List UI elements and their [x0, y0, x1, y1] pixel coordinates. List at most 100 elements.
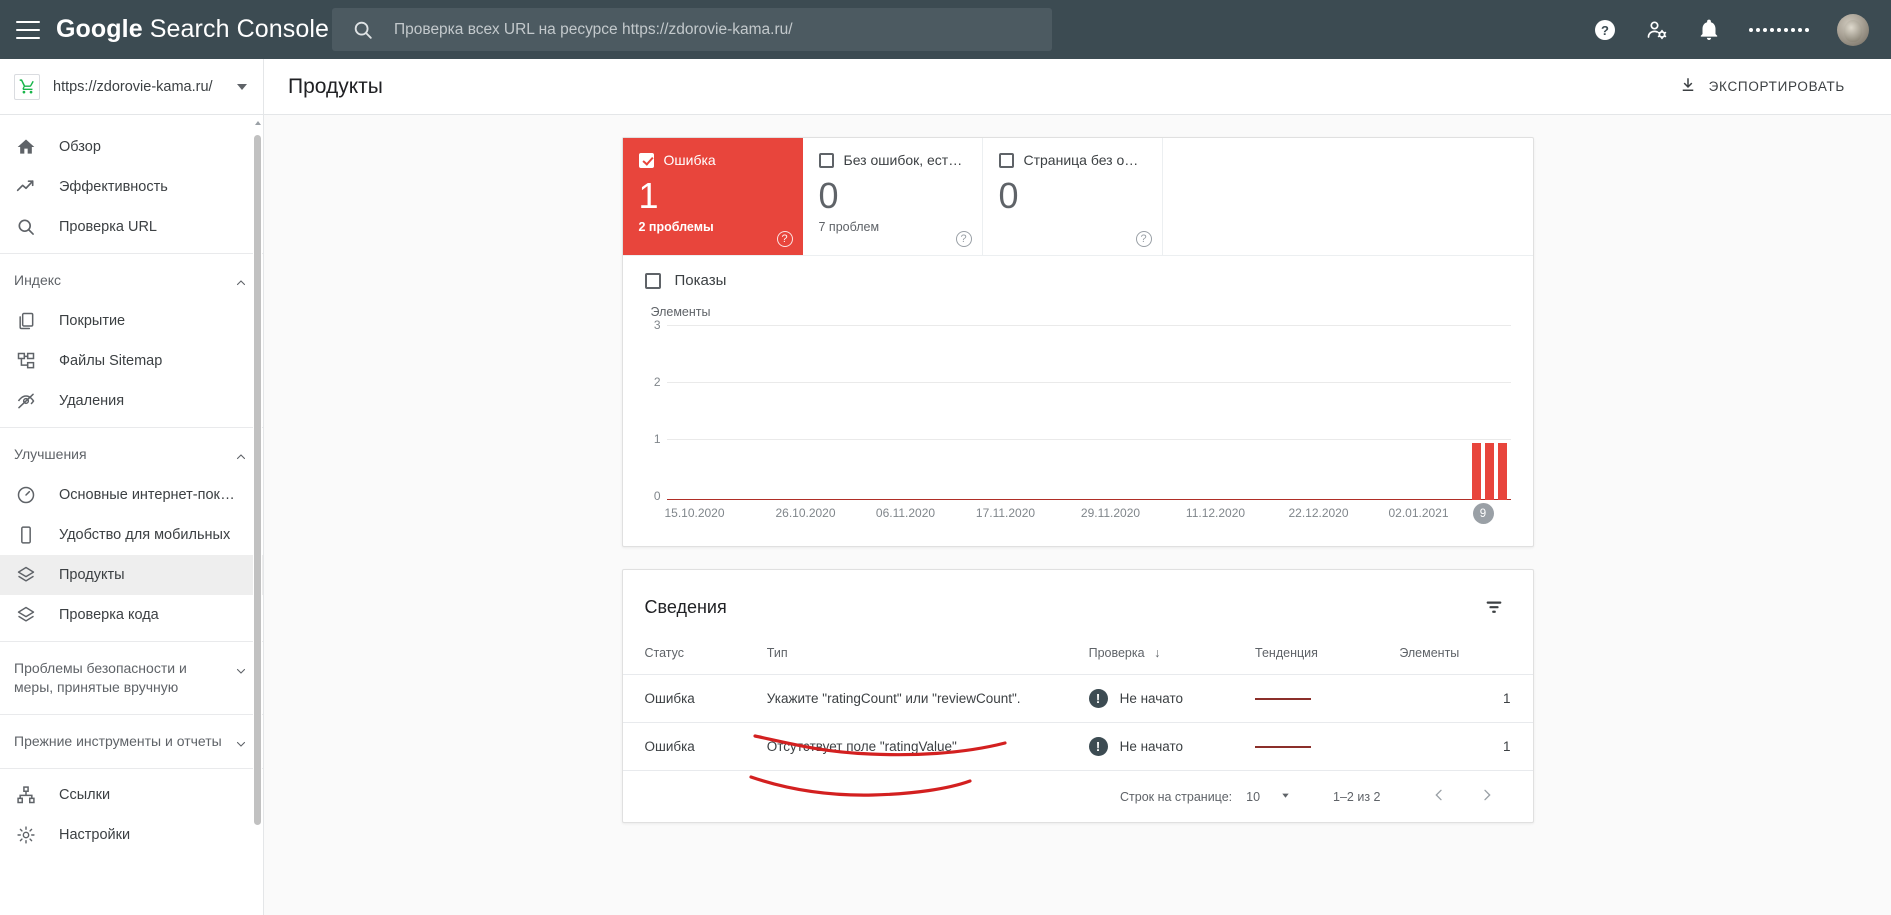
validation-status-label: Не начато — [1119, 691, 1184, 706]
column-header-status[interactable]: Статус — [622, 638, 767, 675]
status-card-checkbox[interactable] — [818, 152, 834, 168]
search-icon — [14, 215, 38, 239]
sidebar-item-coverage[interactable]: Покрытие — [0, 301, 263, 341]
sidebar-section-legacy-tools[interactable]: Прежние инструменты и отчеты — [0, 721, 263, 762]
chart-x-tick: 11.12.2020 — [1185, 506, 1246, 520]
column-header-trend[interactable]: Тенденция — [1255, 638, 1400, 675]
export-button[interactable]: ЭКСПОРТИРОВАТЬ — [1663, 67, 1861, 106]
property-url: https://zdorovie-kama.ru/ — [53, 78, 213, 95]
flat-sparkline-icon — [1255, 697, 1312, 700]
top-app-bar: Google Search Console ? — [0, 0, 1891, 59]
sidebar-item-performance[interactable]: Эффективность — [0, 167, 263, 207]
help-icon[interactable]: ? — [776, 231, 793, 247]
status-card-label: Ошибка — [663, 152, 716, 168]
impressions-toggle[interactable]: Показы — [644, 272, 1511, 289]
svg-text:?: ? — [1601, 23, 1609, 38]
pagination-range: 1–2 из 2 — [1333, 789, 1381, 804]
sidebar-item-removals[interactable]: Удаления — [0, 381, 263, 421]
help-icon[interactable]: ? — [1135, 231, 1152, 247]
column-header-items[interactable]: Элементы — [1399, 638, 1533, 675]
chart-bar[interactable] — [1471, 443, 1481, 500]
warning-icon: ! — [1088, 689, 1108, 708]
sidebar-item-label: Проверка URL — [59, 219, 157, 235]
report-content: Ошибка 1 2 проблемы ? Без ошибок, ест… 0… — [264, 115, 1891, 915]
avatar[interactable] — [1837, 13, 1869, 46]
sidebar-section-enhancements[interactable]: Улучшения — [0, 434, 263, 475]
global-search-bar[interactable] — [332, 8, 1052, 51]
chevron-left-icon[interactable] — [1415, 787, 1463, 806]
hamburger-icon[interactable] — [16, 20, 40, 39]
status-card-header: Ошибка — [638, 152, 787, 168]
sidebar-item-overview[interactable]: Обзор — [0, 127, 263, 167]
chart-x-tick: 15.10.2020 — [664, 506, 725, 520]
flat-sparkline-icon — [1255, 745, 1312, 748]
sidebar-item-url-inspection[interactable]: Проверка URL — [0, 207, 263, 247]
scroll-up-arrow-icon[interactable] — [253, 117, 262, 129]
chevron-right-icon[interactable] — [1463, 787, 1511, 806]
notifications-bell-icon[interactable] — [1697, 18, 1721, 42]
scrollbar-thumb[interactable] — [254, 135, 261, 825]
property-selector[interactable]: https://zdorovie-kama.ru/ — [0, 59, 263, 115]
apps-grid-icon[interactable] — [1749, 27, 1809, 32]
sidebar-scrollbar[interactable] — [253, 117, 262, 907]
nav-group-primary: Обзор Эффективность Проверка URL — [0, 121, 263, 253]
search-input[interactable] — [392, 19, 1012, 40]
search-icon — [352, 19, 374, 41]
sidebar-item-settings[interactable]: Настройки — [0, 815, 263, 855]
layers-icon — [14, 563, 38, 587]
table-row[interactable]: Ошибка Укажите "ratingCount" или "review… — [622, 674, 1533, 723]
speedometer-icon — [14, 483, 38, 507]
chevron-down-icon[interactable] — [237, 83, 247, 90]
chart-y-tick: 3 — [653, 318, 661, 332]
sitemap-icon — [14, 349, 38, 373]
status-card-checkbox[interactable] — [998, 152, 1014, 168]
status-card-checkbox[interactable] — [638, 152, 654, 168]
sidebar-item-products[interactable]: Продукты — [0, 555, 263, 595]
sidebar-item-core-web-vitals[interactable]: Основные интернет-показ… — [0, 475, 263, 515]
chevron-down-icon — [1280, 790, 1291, 804]
chart-bar[interactable] — [1484, 443, 1494, 500]
rows-per-page-label: Строк на странице: — [1119, 789, 1233, 804]
sidebar-item-code-check[interactable]: Проверка кода — [0, 595, 263, 635]
rows-per-page-select[interactable]: 10 — [1246, 790, 1291, 804]
sidebar-section-index[interactable]: Индекс — [0, 260, 263, 301]
column-header-type[interactable]: Тип — [766, 638, 1089, 675]
help-icon[interactable]: ? — [1593, 18, 1617, 42]
details-table: Статус Тип Проверка ↓ Тенденция Элементы — [622, 638, 1533, 771]
chart-bar[interactable] — [1497, 443, 1507, 500]
links-icon — [14, 783, 38, 807]
download-icon — [1679, 76, 1697, 97]
sidebar-item-label: Настройки — [59, 827, 131, 843]
sidebar-item-mobile-usability[interactable]: Удобство для мобильных — [0, 515, 263, 555]
table-pagination: Строк на странице: 10 1–2 из 2 — [623, 771, 1533, 822]
shopping-cart-icon — [14, 73, 40, 100]
status-and-chart-card: Ошибка 1 2 проблемы ? Без ошибок, ест… 0… — [621, 137, 1534, 547]
chart-area: Показы Элементы 3 2 1 0 9 15.10.2020 26.… — [623, 256, 1533, 546]
column-header-validation[interactable]: Проверка ↓ — [1088, 638, 1256, 675]
help-icon[interactable]: ? — [955, 231, 972, 247]
status-card-error[interactable]: Ошибка 1 2 проблемы ? — [622, 138, 803, 255]
sidebar-item-label: Ссылки — [59, 787, 111, 803]
sidebar-item-links[interactable]: Ссылки — [0, 775, 263, 815]
status-card-value: 0 — [818, 175, 839, 216]
status-card-valid-with-warnings[interactable]: Без ошибок, ест… 0 7 проблем ? — [803, 138, 983, 255]
sidebar-item-label: Удаления — [59, 393, 125, 409]
sidebar-section-security[interactable]: Проблемы безопасности и меры, принятые в… — [0, 648, 263, 708]
export-button-label: ЭКСПОРТИРОВАТЬ — [1708, 79, 1845, 94]
filter-icon[interactable] — [1477, 590, 1511, 624]
app-brand: Google Search Console — [56, 15, 329, 44]
table-row[interactable]: Ошибка Отсутствует поле "ratingValue" ! … — [622, 722, 1533, 771]
nav-group-bottom: Ссылки Настройки — [0, 768, 263, 861]
chart-x-tick: 17.11.2020 — [975, 506, 1036, 520]
nav-group-security: Проблемы безопасности и меры, принятые в… — [0, 641, 263, 714]
impressions-label: Показы — [674, 272, 727, 289]
cell-validation: ! Не начато — [1088, 722, 1256, 771]
details-table-head: Статус Тип Проверка ↓ Тенденция Элементы — [622, 638, 1533, 675]
impressions-checkbox[interactable] — [644, 272, 661, 289]
sidebar-item-sitemaps[interactable]: Файлы Sitemap — [0, 341, 263, 381]
user-settings-icon[interactable] — [1645, 18, 1669, 42]
status-cards-row: Ошибка 1 2 проблемы ? Без ошибок, ест… 0… — [622, 138, 1533, 256]
top-bar-actions: ? — [1593, 0, 1877, 59]
status-card-valid[interactable]: Страница без о… 0 ? — [983, 138, 1163, 255]
cell-validation: ! Не начато — [1088, 674, 1256, 723]
